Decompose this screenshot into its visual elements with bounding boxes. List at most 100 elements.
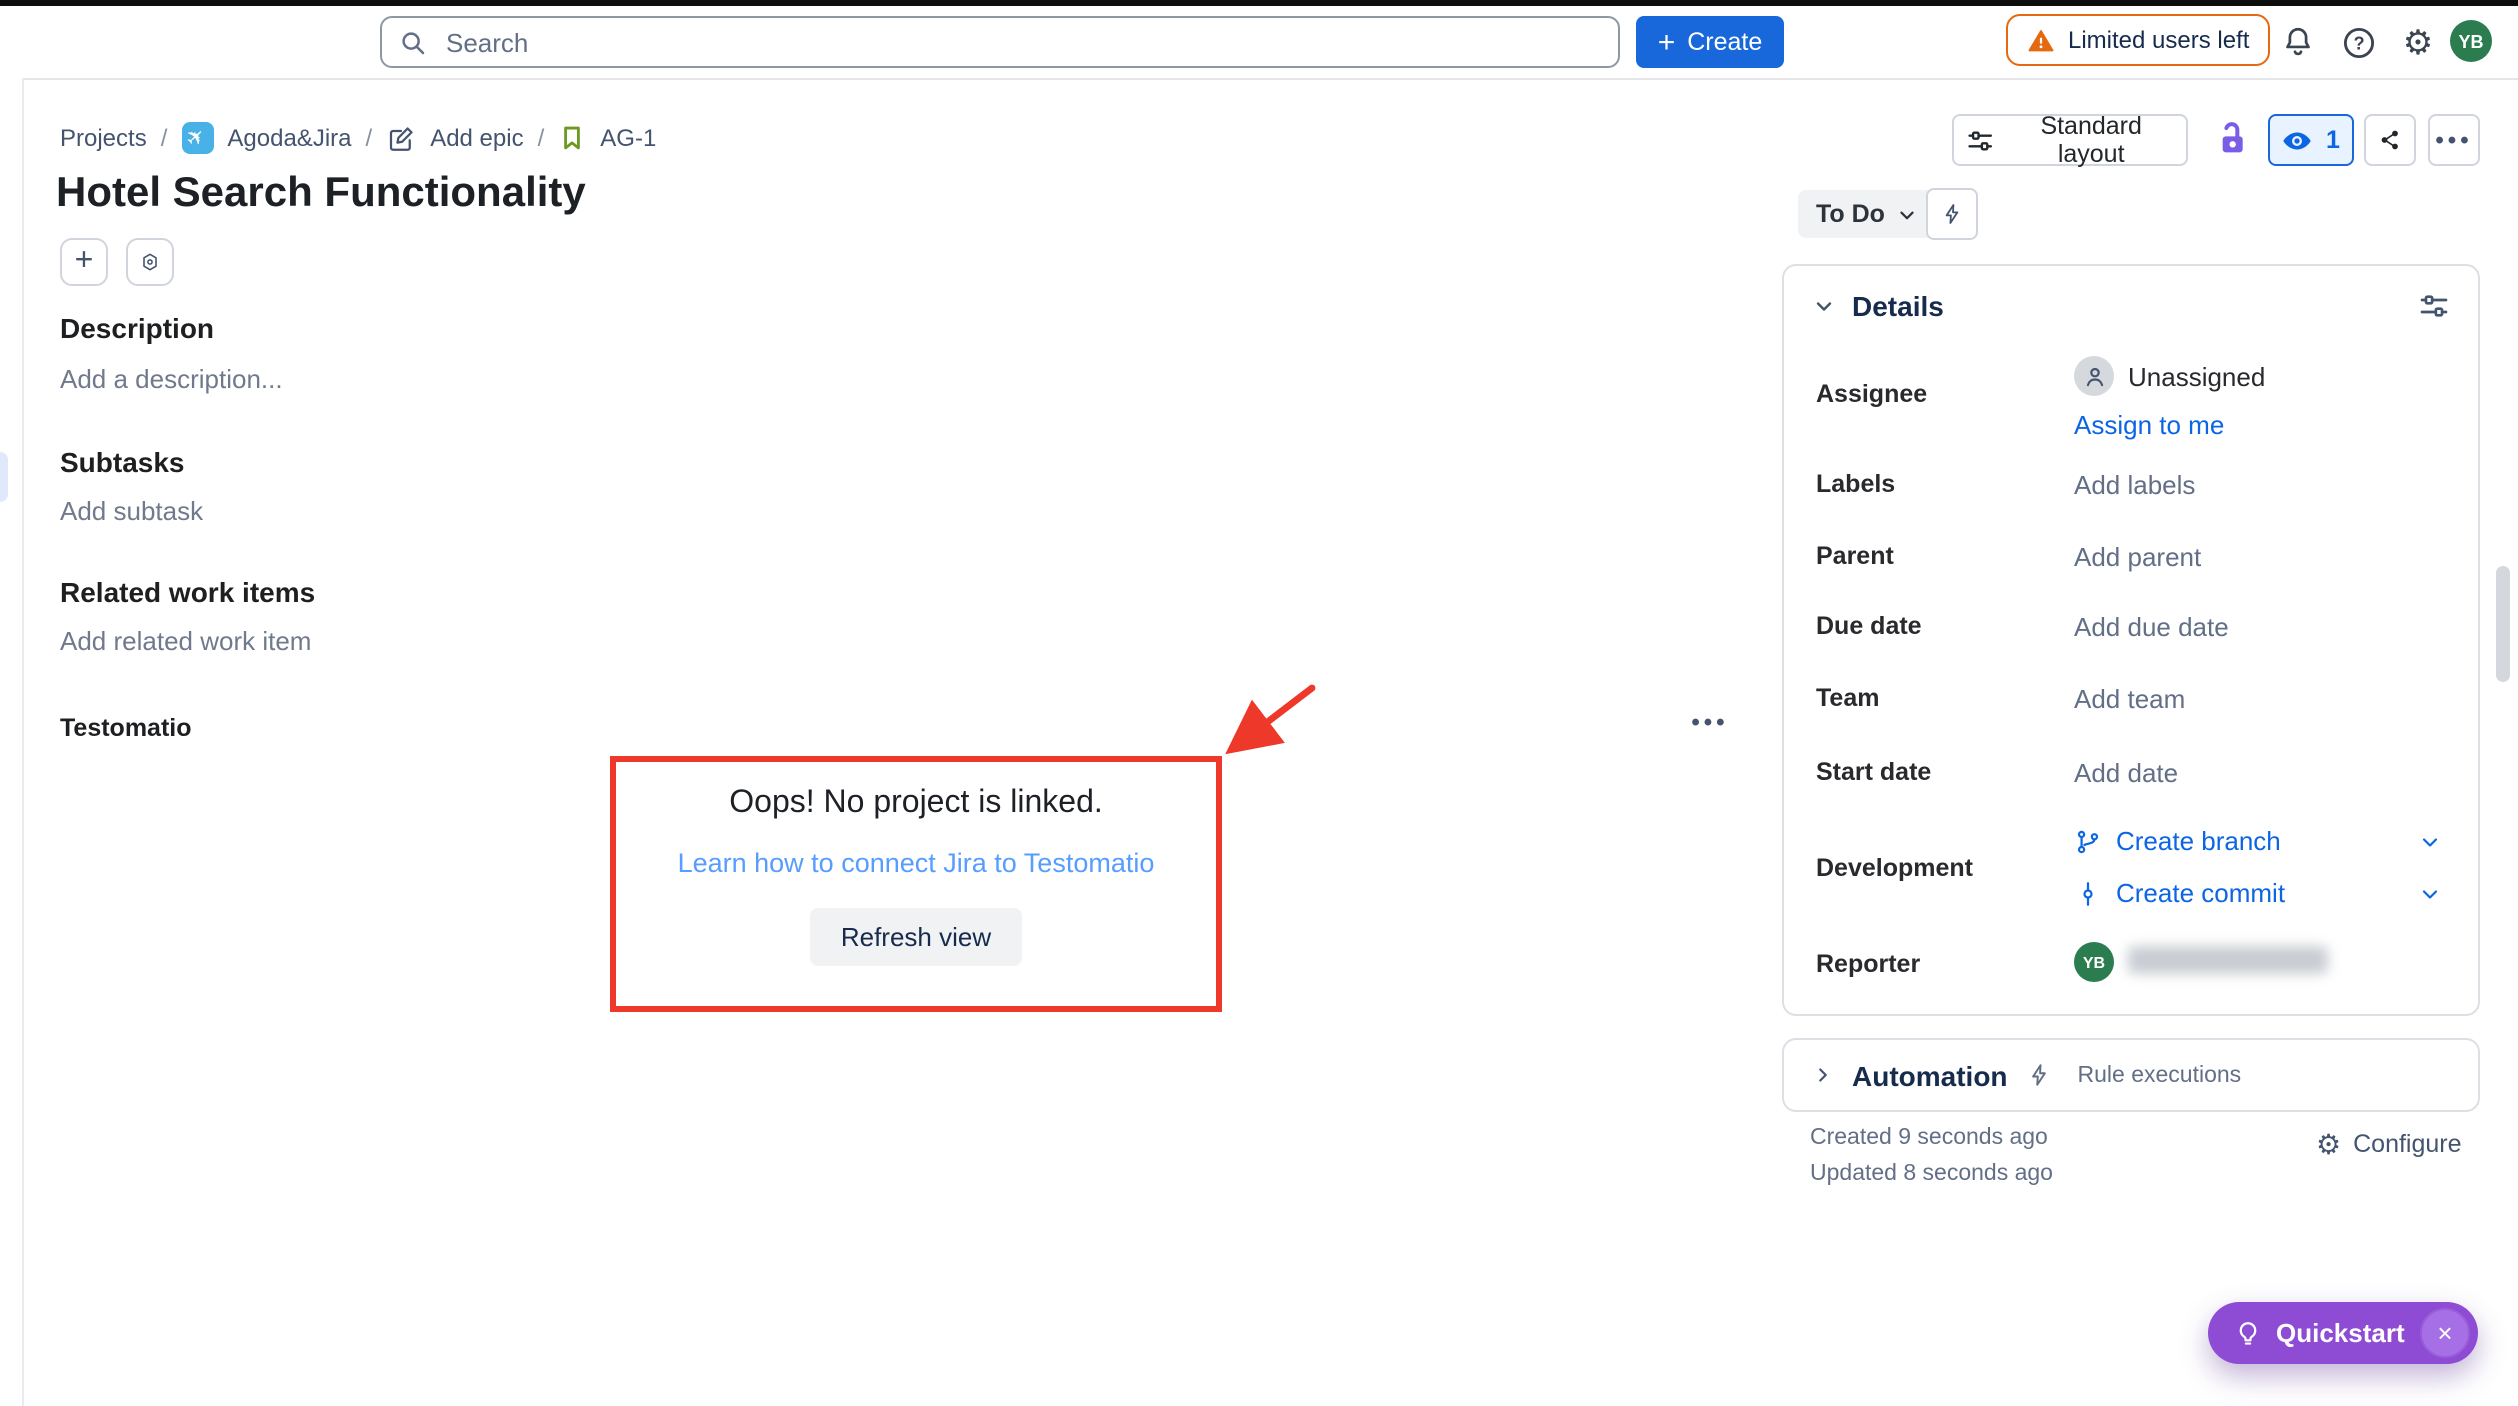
quickstart-button[interactable]: Quickstart × <box>2208 1302 2478 1364</box>
related-items-heading: Related work items <box>60 576 315 608</box>
share-button[interactable] <box>2364 114 2416 166</box>
status-label: To Do <box>1816 200 1885 228</box>
unlocked-icon[interactable] <box>2216 118 2248 160</box>
configure-button[interactable]: ⚙ Configure <box>2316 1130 2462 1158</box>
description-placeholder[interactable]: Add a description... <box>60 364 283 394</box>
labels-value[interactable]: Add labels <box>2074 470 2195 500</box>
more-actions-button[interactable]: ••• <box>2428 114 2480 166</box>
assign-to-me-link[interactable]: Assign to me <box>2074 410 2224 440</box>
commit-chevron-button[interactable] <box>2418 882 2442 906</box>
close-icon: × <box>2437 1318 2452 1348</box>
unassigned-avatar-icon[interactable] <box>2074 356 2114 396</box>
create-branch-link[interactable]: Create branch <box>2074 826 2281 856</box>
apps-hexagon-icon <box>140 246 160 278</box>
details-panel: Details Assignee Unassigned Assign to me… <box>1782 264 2480 1016</box>
add-related-item-link[interactable]: Add related work item <box>60 626 311 656</box>
reporter-name-redacted[interactable] <box>2128 946 2328 974</box>
team-label: Team <box>1816 684 1879 712</box>
project-avatar-icon[interactable]: ✈ <box>181 122 213 154</box>
gear-icon: ⚙ <box>2316 1130 2341 1158</box>
bell-icon <box>2280 24 2316 60</box>
layout-sliders-icon <box>1966 125 1994 155</box>
create-commit-link[interactable]: Create commit <box>2074 878 2285 908</box>
breadcrumb-separator: / <box>538 124 545 152</box>
gear-icon: ⚙ <box>2403 25 2434 59</box>
svg-text:?: ? <box>2352 33 2363 53</box>
assignee-label: Assignee <box>1816 380 1927 408</box>
breadcrumb-separator: / <box>366 124 373 152</box>
breadcrumb-projects[interactable]: Projects <box>60 124 147 152</box>
quickstart-close-button[interactable]: × <box>2420 1308 2470 1358</box>
create-button-label: Create <box>1687 28 1762 56</box>
testomatio-heading: Testomatio <box>60 714 192 742</box>
search-icon <box>398 27 428 57</box>
search-box[interactable] <box>380 16 1620 68</box>
details-collapse-toggle[interactable]: Details <box>1812 290 1944 322</box>
breadcrumb-add-epic[interactable]: Add epic <box>430 124 523 152</box>
vertical-scrollbar-thumb[interactable] <box>2496 566 2510 682</box>
testomatio-more-button[interactable]: ••• <box>1686 704 1734 740</box>
apps-button[interactable] <box>126 238 174 286</box>
reporter-avatar-initials: YB <box>2083 953 2105 971</box>
lightning-icon <box>2026 1062 2052 1088</box>
create-branch-label: Create branch <box>2116 826 2281 856</box>
plus-icon: + <box>1658 27 1676 57</box>
red-annotation-arrow <box>1200 678 1328 774</box>
help-icon: ? <box>2339 23 2377 61</box>
reporter-avatar[interactable]: YB <box>2074 942 2114 982</box>
configure-label: Configure <box>2353 1130 2461 1158</box>
created-timestamp: Created 9 seconds ago <box>1810 1126 2048 1150</box>
parent-value[interactable]: Add parent <box>2074 542 2201 572</box>
lightning-icon <box>1940 200 1964 228</box>
page-title[interactable]: Hotel Search Functionality <box>56 170 586 218</box>
help-button[interactable]: ? <box>2336 20 2380 64</box>
ellipsis-icon: ••• <box>2435 126 2472 154</box>
watchers-button[interactable]: 1 <box>2268 114 2354 166</box>
notifications-button[interactable] <box>2276 20 2320 64</box>
learn-connect-link[interactable]: Learn how to connect Jira to Testomatio <box>678 848 1155 878</box>
automation-panel[interactable]: Automation Rule executions <box>1782 1038 2480 1112</box>
breadcrumb: Projects / ✈ Agoda&Jira / Add epic / AG-… <box>60 122 656 154</box>
start-date-value[interactable]: Add date <box>2074 758 2178 788</box>
create-button[interactable]: + Create <box>1636 16 1784 68</box>
due-date-value[interactable]: Add due date <box>2074 612 2229 642</box>
refresh-view-button[interactable]: Refresh view <box>811 908 1021 966</box>
user-avatar[interactable]: YB <box>2450 20 2492 62</box>
eye-icon <box>2282 125 2312 155</box>
team-value[interactable]: Add team <box>2074 684 2185 714</box>
parent-label: Parent <box>1816 542 1894 570</box>
warning-icon <box>2026 25 2056 55</box>
details-settings-button[interactable] <box>2418 290 2450 322</box>
create-commit-label: Create commit <box>2116 878 2285 908</box>
standard-layout-button[interactable]: Standard layout <box>1952 114 2188 166</box>
search-input[interactable] <box>442 25 1602 59</box>
labels-label: Labels <box>1816 470 1895 498</box>
breadcrumb-project[interactable]: Agoda&Jira <box>227 124 351 152</box>
sidebar-expand-handle[interactable] <box>0 452 8 502</box>
automation-quick-button[interactable] <box>1926 188 1978 240</box>
assignee-value[interactable]: Unassigned <box>2128 362 2265 392</box>
ellipsis-icon: ••• <box>1691 708 1728 736</box>
avatar-initials: YB <box>2458 31 2483 51</box>
plane-icon: ✈ <box>183 124 211 153</box>
limited-users-banner[interactable]: Limited users left <box>2006 14 2269 66</box>
branch-chevron-button[interactable] <box>2418 830 2442 854</box>
settings-button[interactable]: ⚙ <box>2396 20 2440 64</box>
add-subtask-link[interactable]: Add subtask <box>60 496 203 526</box>
updated-timestamp: Updated 8 seconds ago <box>1810 1162 2053 1186</box>
chevron-right-icon <box>1812 1064 1834 1086</box>
add-button[interactable]: + <box>60 238 108 286</box>
breadcrumb-issue-key[interactable]: AG-1 <box>600 124 656 152</box>
limited-users-label: Limited users left <box>2068 26 2249 54</box>
bookmark-icon <box>558 124 586 152</box>
chevron-down-icon <box>2418 830 2442 854</box>
quickstart-label: Quickstart <box>2276 1318 2406 1348</box>
person-icon <box>2081 363 2107 389</box>
git-branch-icon <box>2074 827 2102 855</box>
due-date-label: Due date <box>1816 612 1922 640</box>
rule-executions-label: Rule executions <box>2078 1063 2242 1087</box>
status-dropdown[interactable]: To Do <box>1798 190 1937 238</box>
share-icon <box>2378 126 2402 154</box>
breadcrumb-separator: / <box>161 124 168 152</box>
description-heading: Description <box>60 312 214 344</box>
